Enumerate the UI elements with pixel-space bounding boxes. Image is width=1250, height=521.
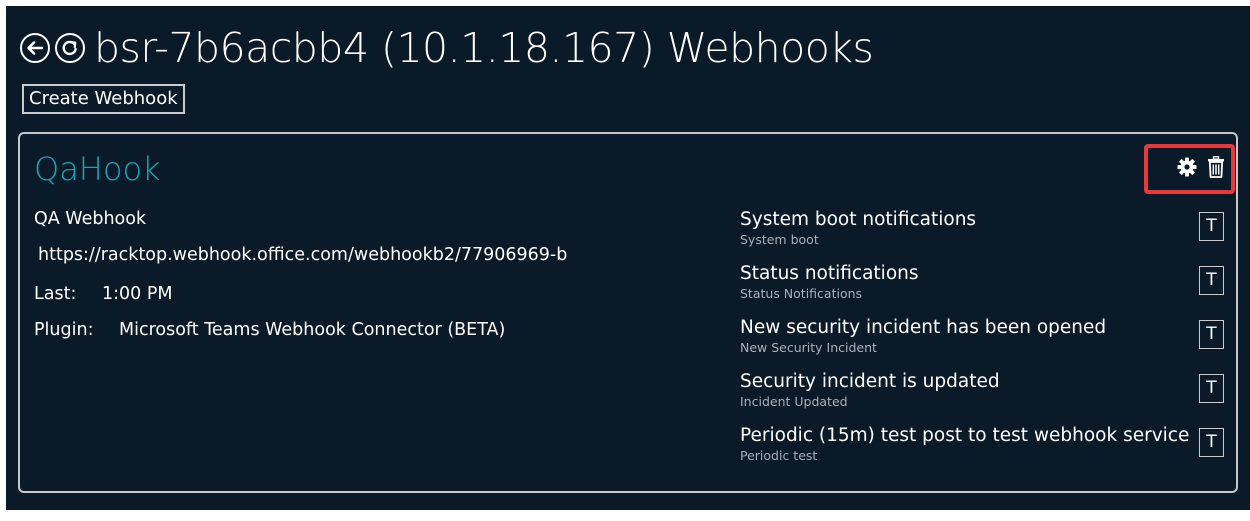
notification-item: Periodic (15m) test post to test webhook… [740, 424, 1210, 468]
last-value: 1:00 PM [102, 284, 173, 304]
settings-button[interactable] [1177, 157, 1197, 181]
webhook-card: QaHook QA Webhook https://racktop.webhoo… [18, 132, 1238, 493]
notification-title: Security incident is updated [740, 371, 1000, 392]
notification-item: New security incident has been opened Ne… [740, 316, 1210, 360]
plugin-info: Plugin: Microsoft Teams Webhook Connector… [34, 320, 505, 340]
webhook-url: https://racktop.webhook.office.com/webho… [38, 245, 568, 265]
refresh-button[interactable] [55, 33, 85, 63]
notification-title: Periodic (15m) test post to test webhook… [740, 425, 1190, 446]
last-run: Last: 1:00 PM [34, 284, 173, 304]
test-button[interactable]: T [1199, 320, 1224, 349]
notification-subtitle: Status Notifications [740, 286, 863, 301]
title-bar: bsr-7b6acbb4 (10.1.18.167) Webhooks [20, 16, 874, 80]
delete-button[interactable] [1207, 156, 1225, 182]
back-button[interactable] [20, 33, 50, 63]
webhooks-window: bsr-7b6acbb4 (10.1.18.167) Webhooks Crea… [6, 6, 1250, 510]
create-webhook-button[interactable]: Create Webhook [22, 84, 185, 114]
back-arrow-icon [26, 40, 44, 56]
webhook-name: QaHook [34, 150, 161, 188]
page-title: bsr-7b6acbb4 (10.1.18.167) Webhooks [94, 24, 874, 72]
notification-subtitle: New Security Incident [740, 340, 877, 355]
test-button[interactable]: T [1199, 212, 1224, 241]
notification-title: New security incident has been opened [740, 317, 1107, 338]
notification-title: Status notifications [740, 263, 919, 284]
notification-subtitle: Periodic test [740, 448, 818, 463]
plugin-value: Microsoft Teams Webhook Connector (BETA) [119, 320, 506, 340]
webhook-description: QA Webhook [34, 209, 147, 229]
last-label: Last: [34, 284, 77, 304]
test-button[interactable]: T [1199, 374, 1224, 403]
notification-subtitle: System boot [740, 232, 819, 247]
plugin-label: Plugin: [34, 320, 94, 340]
test-button[interactable]: T [1199, 428, 1224, 457]
notification-title: System boot notifications [740, 209, 977, 230]
refresh-icon [61, 39, 79, 57]
notification-subtitle: Incident Updated [740, 394, 848, 409]
gear-icon [1177, 157, 1197, 181]
trash-icon [1207, 156, 1225, 182]
notification-item: System boot notifications System boot [740, 208, 1210, 252]
notification-item: Security incident is updated Incident Up… [740, 370, 1210, 414]
test-button[interactable]: T [1199, 266, 1224, 295]
notification-item: Status notifications Status Notification… [740, 262, 1210, 306]
webhook-actions-highlight [1144, 144, 1235, 194]
